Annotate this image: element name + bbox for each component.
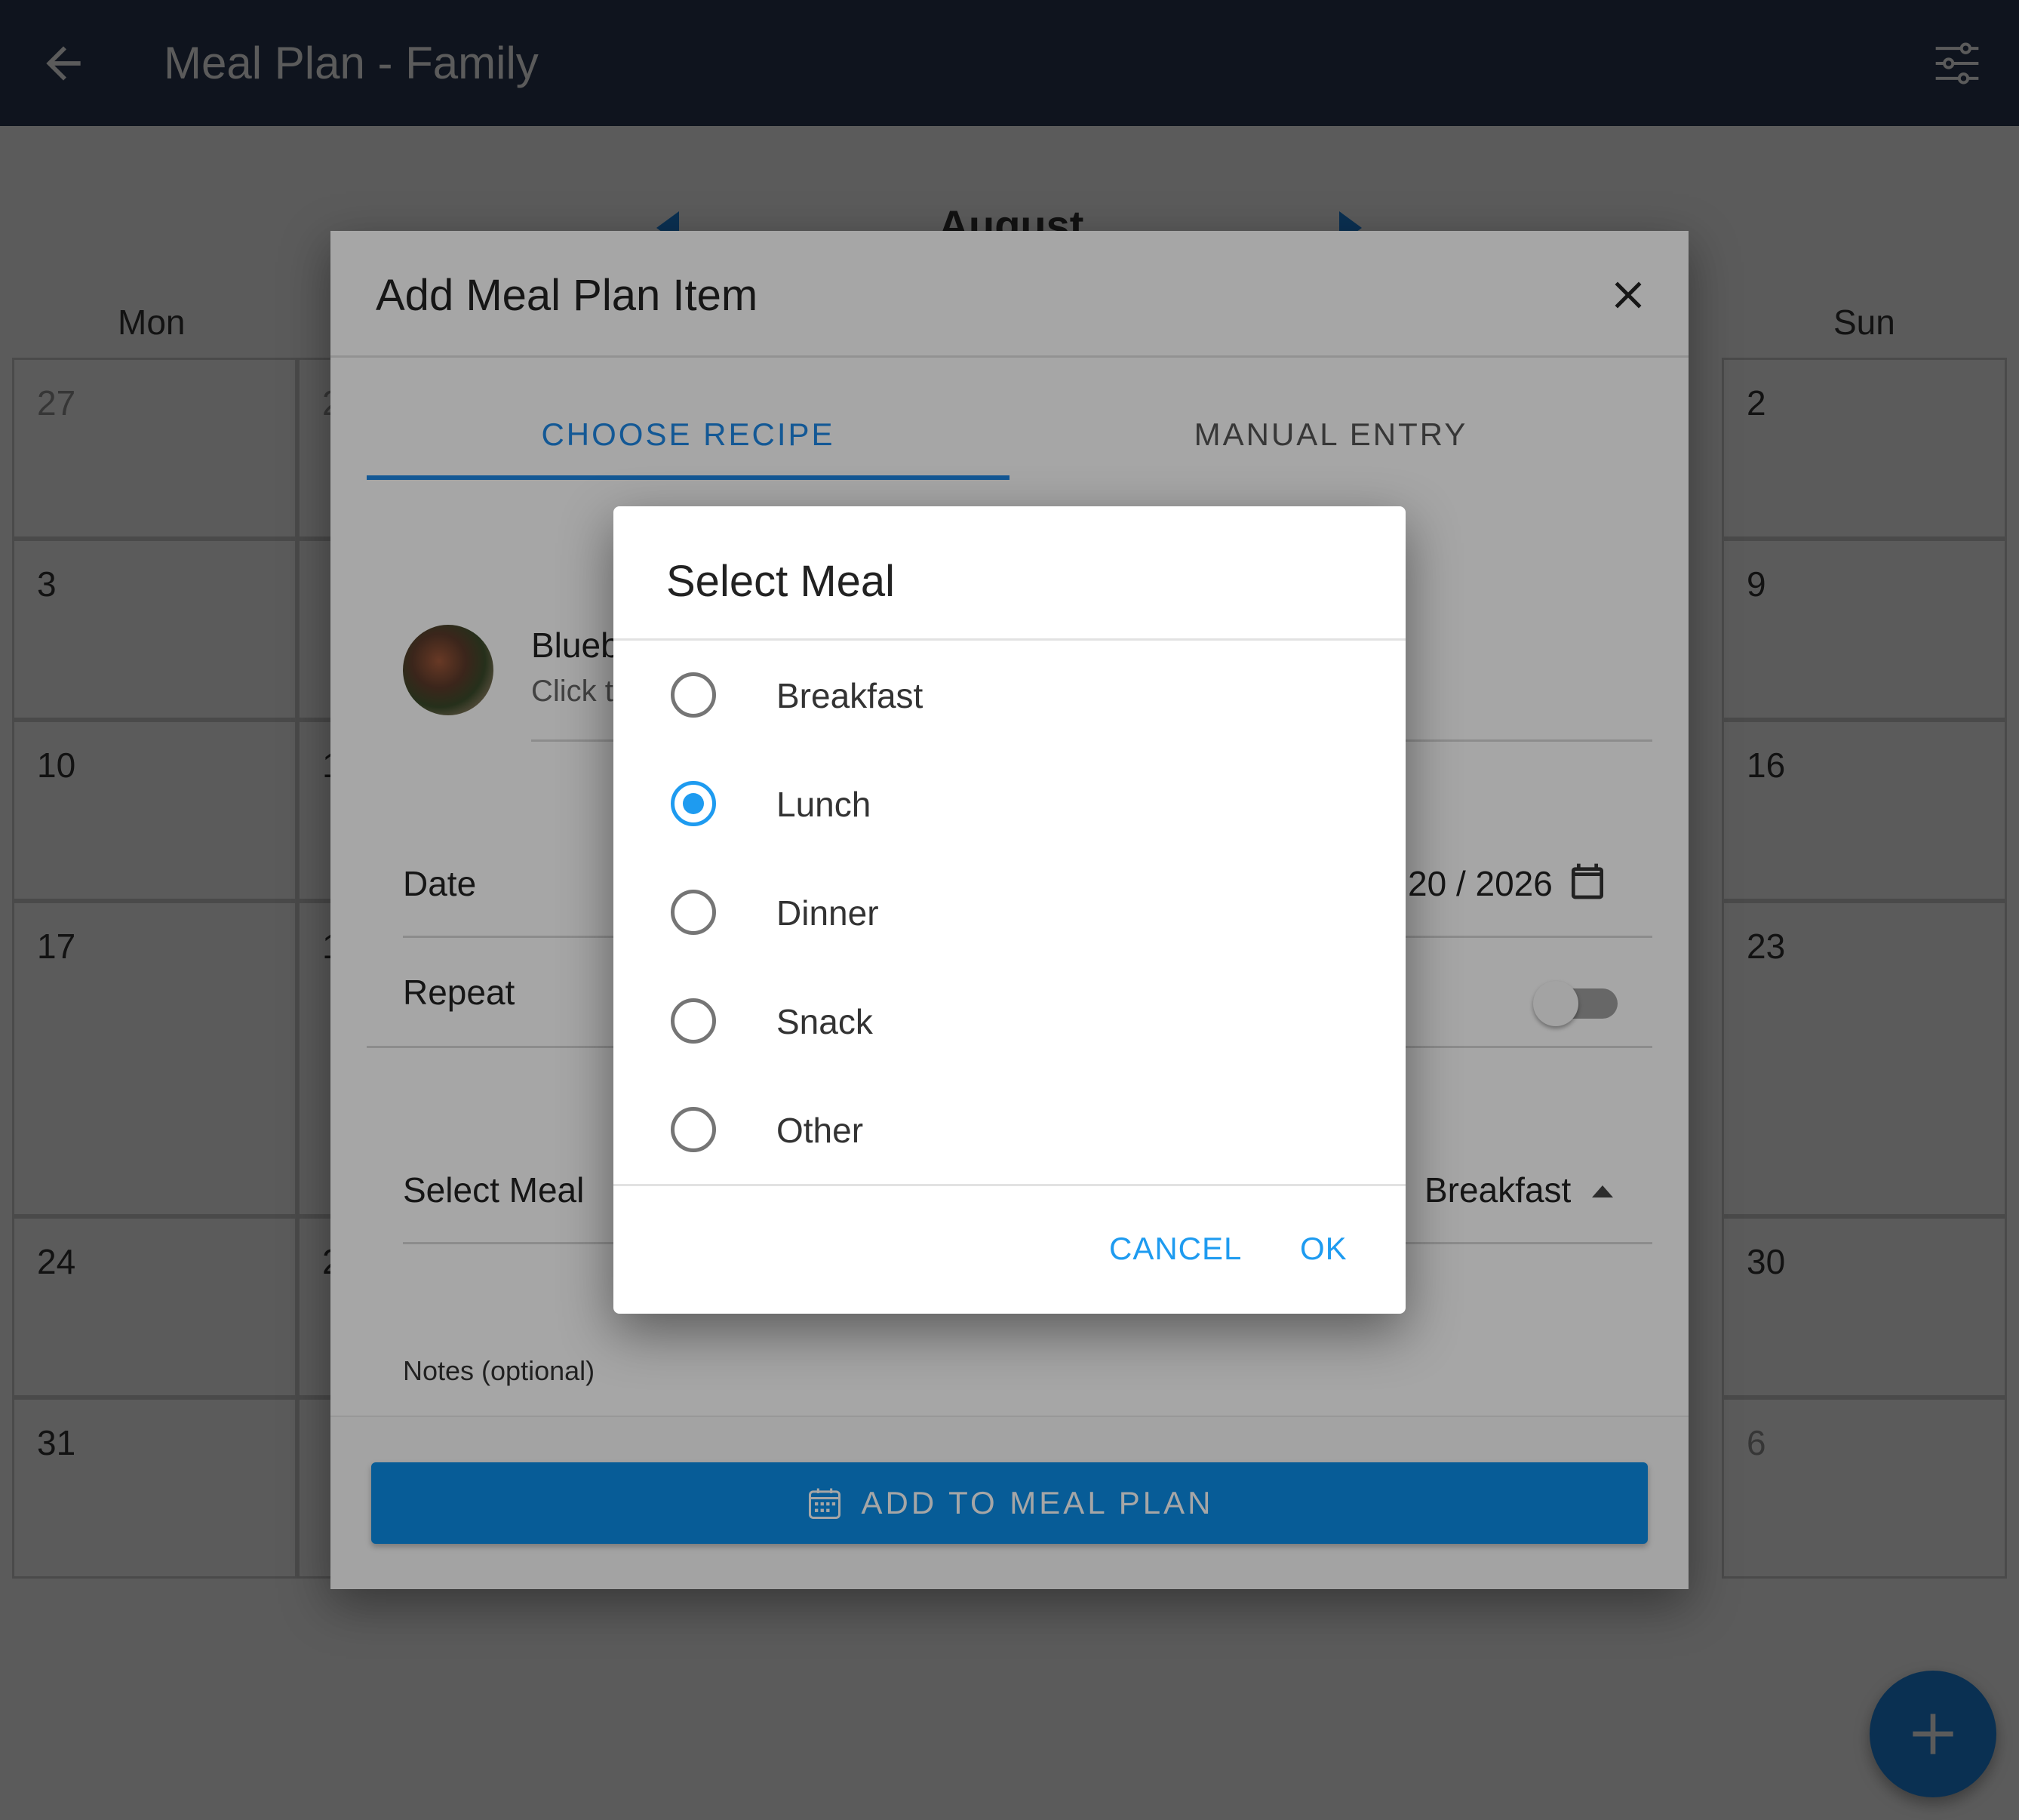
radio-button[interactable]	[671, 672, 716, 718]
meal-option-dinner[interactable]: Dinner	[613, 858, 1406, 967]
meal-option-label: Snack	[776, 1002, 873, 1041]
meal-option-breakfast[interactable]: Breakfast	[613, 641, 1406, 749]
meal-option-label: Dinner	[776, 893, 879, 933]
radio-button[interactable]	[671, 1107, 716, 1152]
meal-option-label: Breakfast	[776, 676, 923, 715]
radio-button[interactable]	[671, 890, 716, 935]
radio-button-checked[interactable]	[671, 781, 716, 826]
select-meal-header: Select Meal	[613, 506, 1406, 641]
ok-button[interactable]: OK	[1300, 1231, 1348, 1267]
meal-option-label: Lunch	[776, 785, 871, 824]
cancel-button[interactable]: CANCEL	[1109, 1231, 1242, 1267]
radio-button[interactable]	[671, 998, 716, 1044]
meal-option-label: Other	[776, 1111, 864, 1150]
meal-option-snack[interactable]: Snack	[613, 967, 1406, 1075]
meal-option-other[interactable]: Other	[613, 1075, 1406, 1184]
select-meal-title: Select Meal	[666, 557, 896, 606]
app-root: Meal Plan - Family August Mon Sun 27 3 1…	[0, 0, 2019, 1820]
select-meal-dialog: Select Meal Breakfast Lunch Dinner Snack…	[613, 506, 1406, 1314]
meal-option-lunch[interactable]: Lunch	[613, 749, 1406, 858]
divider	[613, 1184, 1406, 1186]
